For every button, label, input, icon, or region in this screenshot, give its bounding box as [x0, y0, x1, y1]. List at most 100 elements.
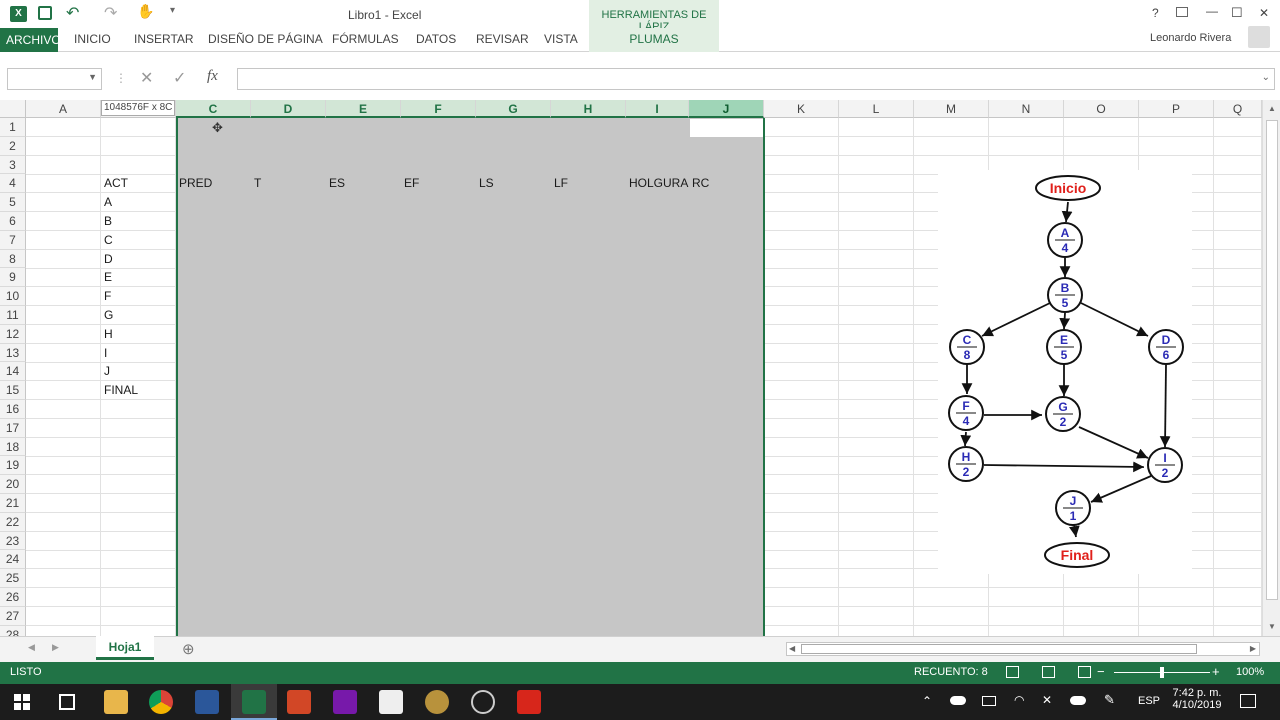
header-cell-es[interactable]: ES — [326, 174, 345, 193]
zoom-level[interactable]: 100% — [1236, 666, 1264, 678]
activity-cell[interactable]: H — [101, 325, 113, 344]
row-header-26[interactable]: 26 — [0, 588, 26, 607]
name-box[interactable]: ▼ — [7, 68, 102, 90]
row-header-2[interactable]: 2 — [0, 136, 26, 156]
row-header-3[interactable]: 3 — [0, 155, 26, 175]
zoom-out-icon[interactable]: − — [1097, 664, 1105, 679]
page-break-icon[interactable] — [1078, 666, 1091, 678]
tab-diseno[interactable]: DISEÑO DE PÁGINA — [208, 32, 323, 46]
powerpoint-icon[interactable] — [287, 690, 311, 714]
row-header-9[interactable]: 9 — [0, 268, 26, 288]
avatar[interactable] — [1248, 26, 1270, 48]
language-indicator[interactable]: ESP — [1138, 695, 1160, 707]
row-header-12[interactable]: 12 — [0, 324, 26, 344]
header-cell-t[interactable]: T — [251, 174, 261, 193]
excel-taskbar-active[interactable] — [231, 684, 277, 720]
activity-cell[interactable]: D — [101, 250, 113, 269]
header-cell-act[interactable]: ACT — [101, 174, 128, 193]
clock[interactable]: 7:42 p. m. 4/10/2019 — [1170, 687, 1224, 711]
help-button[interactable]: ? — [1152, 6, 1159, 20]
redo-icon[interactable]: ↷ — [104, 3, 117, 23]
row-header-15[interactable]: 15 — [0, 381, 26, 400]
column-header-o[interactable]: O — [1064, 100, 1139, 118]
column-header-m[interactable]: M — [914, 100, 989, 118]
tray-expand-icon[interactable]: ⌃ — [922, 694, 932, 708]
activity-cell[interactable]: J — [101, 362, 110, 381]
row-header-13[interactable]: 13 — [0, 343, 26, 363]
column-header-i[interactable]: I — [626, 100, 689, 118]
app-x-icon[interactable] — [379, 690, 403, 714]
onenote-icon[interactable] — [333, 690, 357, 714]
header-cell-pred[interactable]: PRED — [176, 174, 212, 193]
cancel-icon[interactable]: ✕ — [140, 68, 153, 88]
active-cell[interactable] — [690, 119, 763, 137]
activity-cell[interactable]: G — [101, 306, 113, 325]
task-view-icon[interactable] — [59, 694, 75, 710]
close-button[interactable]: ✕ — [1259, 6, 1269, 20]
customize-qat-icon[interactable]: ▾ — [170, 5, 175, 16]
horizontal-scroll-thumb[interactable] — [801, 644, 1197, 654]
activity-cell[interactable]: E — [101, 268, 112, 287]
column-header-p[interactable]: P — [1139, 100, 1214, 118]
chevron-down-icon[interactable]: ▼ — [88, 72, 97, 82]
activity-cell[interactable]: F — [101, 287, 111, 306]
header-cell-ef[interactable]: EF — [401, 174, 419, 193]
activity-cell[interactable]: A — [101, 193, 112, 212]
column-header-n[interactable]: N — [989, 100, 1064, 118]
tab-inicio[interactable]: INICIO — [74, 32, 111, 46]
select-all-corner[interactable] — [0, 100, 26, 118]
column-header-d[interactable]: D — [251, 100, 326, 118]
row-header-27[interactable]: 27 — [0, 606, 26, 626]
file-explorer-icon[interactable] — [104, 690, 128, 714]
worksheet-grid[interactable]: ABCDEFGHIJKLMNOPQ 1234567891011121314151… — [0, 100, 1262, 636]
windows-start-icon[interactable] — [14, 694, 30, 710]
row-header-6[interactable]: 6 — [0, 212, 26, 231]
tab-plumas[interactable]: PLUMAS — [589, 28, 719, 46]
scroll-down-icon[interactable]: ▼ — [1268, 622, 1276, 631]
column-header-h[interactable]: H — [551, 100, 626, 118]
sheet-tab-hoja1[interactable]: Hoja1 — [96, 636, 154, 660]
row-header-17[interactable]: 17 — [0, 418, 26, 438]
row-header-11[interactable]: 11 — [0, 306, 26, 325]
onedrive-icon[interactable] — [950, 696, 966, 705]
column-header-e[interactable]: E — [326, 100, 401, 118]
tab-revisar[interactable]: REVISAR — [476, 32, 529, 46]
row-header-5[interactable]: 5 — [0, 193, 26, 212]
tab-datos[interactable]: DATOS — [416, 32, 456, 46]
cloud-icon[interactable] — [1070, 696, 1086, 705]
obs-icon[interactable] — [471, 690, 495, 714]
add-sheet-button[interactable]: ⊕ — [182, 640, 195, 658]
row-header-10[interactable]: 10 — [0, 287, 26, 306]
row-header-14[interactable]: 14 — [0, 362, 26, 382]
expand-formula-icon[interactable]: ⌄ — [1262, 72, 1270, 83]
action-center-icon[interactable] — [1240, 694, 1256, 708]
tab-scroll-right-icon[interactable]: ▶ — [52, 642, 59, 653]
activity-cell[interactable]: I — [101, 344, 107, 363]
header-cell-rc[interactable]: RC — [689, 174, 709, 193]
vertical-scroll-thumb[interactable] — [1266, 120, 1278, 600]
save-icon[interactable] — [38, 6, 52, 20]
column-header-q[interactable]: Q — [1214, 100, 1262, 118]
user-name[interactable]: Leonardo Rivera — [1150, 32, 1231, 44]
zoom-in-icon[interactable]: + — [1212, 664, 1220, 679]
row-header-20[interactable]: 20 — [0, 475, 26, 494]
column-header-c[interactable]: C — [176, 100, 251, 118]
column-header-k[interactable]: K — [764, 100, 839, 118]
activity-cell[interactable]: FINAL — [101, 381, 138, 400]
header-cell-lf[interactable]: LF — [551, 174, 568, 193]
ribbon-display-icon[interactable] — [1176, 7, 1188, 17]
scroll-up-icon[interactable]: ▲ — [1268, 104, 1276, 113]
page-layout-icon[interactable] — [1042, 666, 1055, 678]
row-header-7[interactable]: 7 — [0, 230, 26, 250]
row-header-8[interactable]: 8 — [0, 249, 26, 269]
word-icon[interactable] — [195, 690, 219, 714]
network-diagram-picture[interactable]: Inicio Final A 4 B 5 C 8 E 5 D 6 F 4 G 2 H 2 I 2 J 1 — [938, 170, 1192, 574]
row-header-1[interactable]: 1 — [0, 118, 26, 137]
column-header-f[interactable]: F — [401, 100, 476, 118]
row-header-16[interactable]: 16 — [0, 400, 26, 419]
hscroll-right-icon[interactable]: ▶ — [1250, 644, 1256, 653]
column-header-j[interactable]: J — [689, 100, 764, 118]
selected-range[interactable] — [176, 118, 765, 636]
tab-scroll-left-icon[interactable]: ◀ — [28, 642, 35, 653]
pen-icon[interactable]: ✎ — [1104, 692, 1115, 708]
